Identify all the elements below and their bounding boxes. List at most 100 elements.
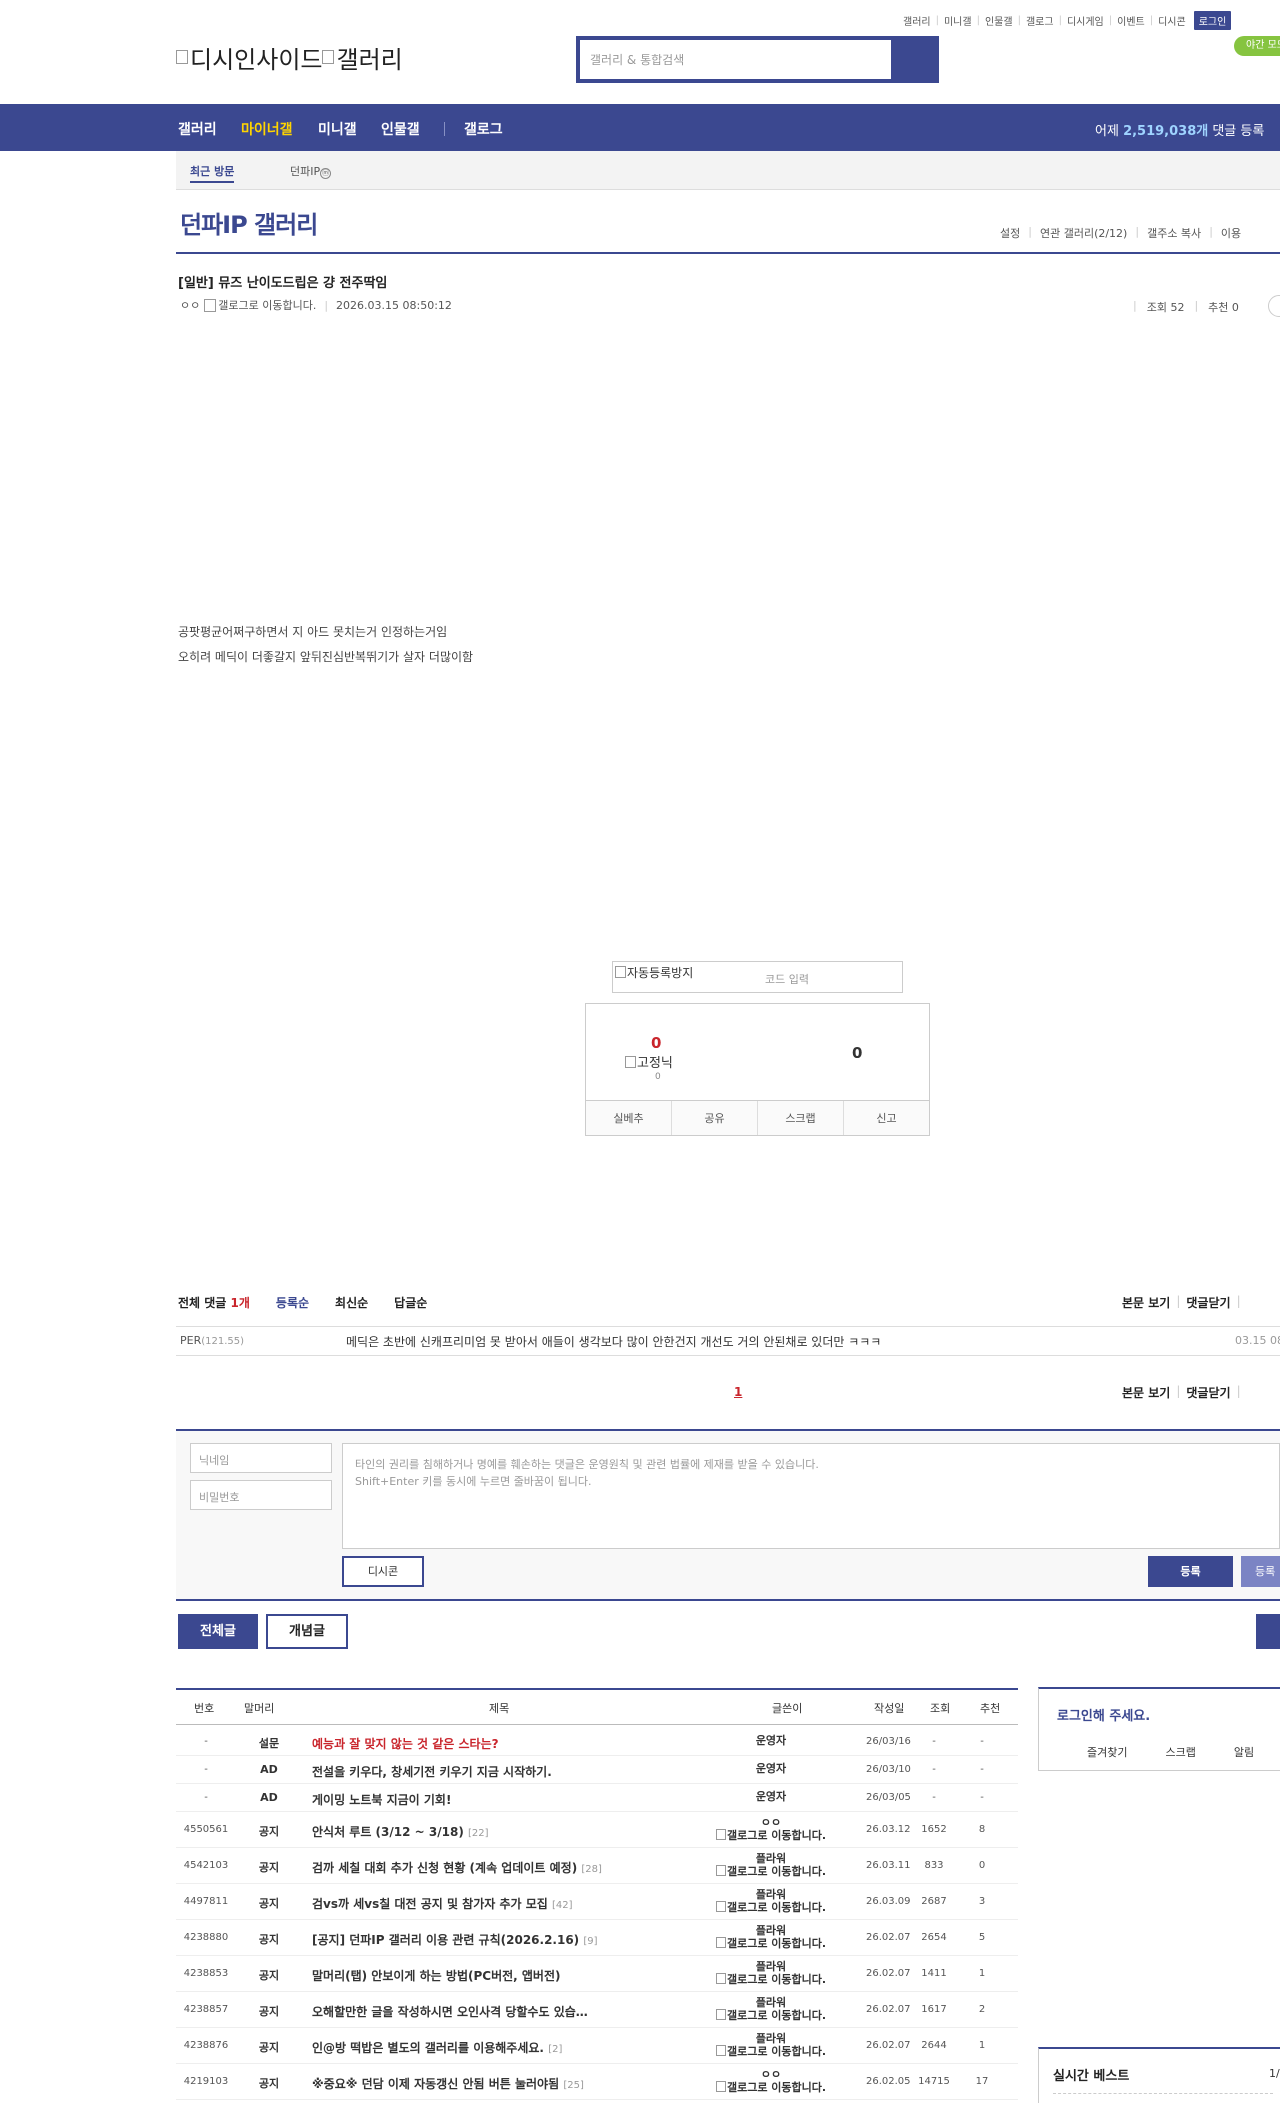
row-writer-gallog[interactable]: 갤로그로 이동합니다. [716, 1937, 826, 1950]
row-writer[interactable]: 운영자 [716, 1791, 826, 1803]
row-writer[interactable]: 플라워 갤로그로 이동합니다. [716, 1853, 826, 1878]
util-link-mini[interactable]: 미니갤 [944, 13, 972, 28]
all-posts-button[interactable]: 전체글 [178, 1614, 258, 1649]
table-row[interactable]: - AD 게이밍 노트북 지금이 기회! 운영자 26/03/05 - - [176, 1784, 1018, 1812]
row-title[interactable]: 게이밍 노트북 지금이 기회! [312, 1791, 451, 1808]
row-writer[interactable]: ㅇㅇ 갤로그로 이동합니다. [716, 2069, 826, 2094]
comment-textarea[interactable]: 타인의 권리를 침해하거나 명예를 훼손하는 댓글은 운영원칙 및 관련 법률에… [342, 1443, 1280, 1549]
row-comment-count[interactable]: [28] [581, 1864, 602, 1875]
sort-replies[interactable]: 답글순 [394, 1294, 427, 1311]
site-logo[interactable]: 디시인사이드 갤러리 [176, 40, 403, 75]
table-row[interactable]: 4542103 공지 검까 세칠 대회 추가 신청 현황 (계속 업데이트 예정) … [176, 1848, 1018, 1884]
close-comments-link[interactable]: 댓글닫기 [1186, 1294, 1230, 1311]
row-writer[interactable]: 플라워 갤로그로 이동합니다. [716, 1889, 826, 1914]
recommend-up-count[interactable]: 0 [651, 1034, 661, 1052]
row-title[interactable]: 말머리(탭) 안보이게 하는 방법(PC버전, 앱버전) [312, 1967, 561, 1984]
nav-gallog[interactable]: 갤로그 [464, 119, 503, 139]
row-comment-count[interactable]: [22] [468, 1828, 489, 1839]
concept-posts-button[interactable]: 개념글 [266, 1614, 348, 1649]
captcha-input[interactable]: 코드 입력 [765, 971, 809, 987]
usage-link[interactable]: 이용 [1221, 225, 1241, 241]
table-row[interactable]: - 설문 예능과 잘 맞지 않는 것 같은 스타는? 운영자 26/03/16 - - [176, 1728, 1018, 1756]
row-title[interactable]: 예능과 잘 맞지 않는 것 같은 스타는? [312, 1735, 499, 1752]
row-comment-count[interactable]: [25] [563, 2080, 584, 2091]
view-body-link[interactable]: 본문 보기 [1122, 1384, 1170, 1401]
row-writer-gallog[interactable]: 갤로그로 이동합니다. [716, 2081, 826, 2094]
table-row[interactable]: 4238880 공지 [공지] 던파IP 갤러리 이용 관련 규칙(2026.2.1… [176, 1920, 1018, 1956]
row-comment-count[interactable]: [42] [552, 1900, 573, 1911]
table-row[interactable]: 4219103 공지 ※중요※ 던담 이제 자동갱신 안됨 버튼 눌러야됨 [25]… [176, 2064, 1018, 2100]
share-button[interactable]: 공유 [671, 1101, 757, 1135]
sort-registered[interactable]: 등록순 [276, 1294, 309, 1311]
search-input[interactable] [580, 40, 891, 79]
util-link-dcgame[interactable]: 디시게임 [1067, 13, 1104, 28]
row-writer-gallog[interactable]: 갤로그로 이동합니다. [716, 1973, 826, 1986]
row-writer[interactable]: ㅇㅇ 갤로그로 이동합니다. [716, 1817, 826, 1842]
util-link-event[interactable]: 이벤트 [1117, 13, 1145, 28]
nav-minor-gallery[interactable]: 마이너갤 [241, 119, 293, 139]
row-writer[interactable]: 플라워 갤로그로 이동합니다. [716, 1925, 826, 1950]
row-title[interactable]: 검까 세칠 대회 추가 신청 현황 (계속 업데이트 예정) [28] [312, 1859, 602, 1876]
row-title[interactable]: 검vs까 세vs칠 대전 공지 및 참가자 추가 모집 [42] [312, 1895, 573, 1912]
side-login-title[interactable]: 로그인해 주세요. [1057, 1705, 1150, 1724]
notification-link[interactable]: 알림 [1234, 1744, 1254, 1760]
row-comment-count[interactable]: [9] [583, 1936, 597, 1947]
row-writer[interactable]: 플라워 갤로그로 이동합니다. [716, 2033, 826, 2058]
comment-jump-button[interactable] [1268, 295, 1280, 317]
row-title[interactable]: 안식처 루트 (3/12 ~ 3/18) [22] [312, 1823, 489, 1840]
nav-person-gallery[interactable]: 인물갤 [381, 119, 420, 139]
row-writer-gallog[interactable]: 갤로그로 이동합니다. [716, 2009, 826, 2022]
nav-gallery[interactable]: 갤러리 [178, 119, 217, 139]
row-title[interactable]: 인@방 떡밥은 별도의 갤러리를 이용해주세요. [2] [312, 2039, 562, 2056]
login-button[interactable]: 로그인 [1193, 11, 1232, 30]
row-writer-gallog[interactable]: 갤로그로 이동합니다. [716, 1865, 826, 1878]
nav-mini-gallery[interactable]: 미니갤 [318, 119, 357, 139]
row-writer-gallog[interactable]: 갤로그로 이동합니다. [716, 1829, 826, 1842]
row-title[interactable]: ※중요※ 던담 이제 자동갱신 안됨 버튼 눌러야됨 [25] [312, 2075, 584, 2092]
table-row[interactable]: 4238876 공지 인@방 떡밥은 별도의 갤러리를 이용해주세요. [2] 플라워… [176, 2028, 1018, 2064]
scrap-link[interactable]: 스크랩 [1165, 1744, 1195, 1760]
row-writer-gallog[interactable]: 갤로그로 이동합니다. [716, 2045, 826, 2058]
nickname-input[interactable]: 닉네임 [190, 1443, 332, 1473]
related-gallery-link[interactable]: 연관 갤러리(2/12) [1040, 225, 1127, 241]
report-button[interactable]: 신고 [843, 1101, 929, 1135]
row-title[interactable]: 전설을 키우다, 창세기전 키우기 지금 시작하기. [312, 1763, 552, 1780]
row-writer-gallog[interactable]: 갤로그로 이동합니다. [716, 1901, 826, 1914]
util-link-gallog[interactable]: 갤로그 [1026, 13, 1054, 28]
settings-link[interactable]: 설정 [1000, 225, 1020, 241]
real-best-button[interactable]: 실베추 [586, 1101, 671, 1135]
table-row[interactable]: 4238857 공지 오해할만한 글을 작성하시면 오인사격 당할수도 있습… 플라워… [176, 1992, 1018, 2028]
util-link-dccon[interactable]: 디시콘 [1158, 13, 1186, 28]
table-row[interactable]: 4497811 공지 검vs까 세vs칠 대전 공지 및 참가자 추가 모집 [42… [176, 1884, 1018, 1920]
close-comments-link[interactable]: 댓글닫기 [1186, 1384, 1230, 1401]
util-link-gallery[interactable]: 갤러리 [903, 13, 931, 28]
comment-submit-button[interactable]: 등록 [1148, 1556, 1233, 1587]
row-comment-count[interactable]: [2] [548, 2044, 562, 2055]
password-input[interactable]: 비밀번호 [190, 1480, 332, 1510]
sort-latest[interactable]: 최신순 [335, 1294, 368, 1311]
row-title[interactable]: [공지] 던파IP 갤러리 이용 관련 규칙(2026.2.16) [9] [312, 1931, 598, 1948]
view-body-link[interactable]: 본문 보기 [1122, 1294, 1170, 1311]
gallery-title[interactable]: 던파IP 갤러리 [180, 205, 318, 240]
util-link-person[interactable]: 인물갤 [985, 13, 1013, 28]
copy-address-link[interactable]: 갤주소 복사 [1147, 225, 1201, 241]
comment-submit-recommend-button[interactable]: 등록 [1241, 1556, 1280, 1587]
table-row[interactable]: - AD 전설을 키우다, 창세기전 키우기 지금 시작하기. 운영자 26/03/10… [176, 1756, 1018, 1784]
row-writer[interactable]: 플라워 갤로그로 이동합니다. [716, 1997, 826, 2022]
table-row[interactable]: 4238853 공지 말머리(탭) 안보이게 하는 방법(PC버전, 앱버전) 플라워… [176, 1956, 1018, 1992]
row-writer[interactable]: 플라워 갤로그로 이동합니다. [716, 1961, 826, 1986]
row-writer[interactable]: 운영자 [716, 1763, 826, 1775]
night-mode-toggle[interactable]: 야간 모드 [1234, 36, 1280, 56]
search-button[interactable] [891, 40, 935, 79]
comment-nick[interactable]: PER(121.55) [180, 1334, 244, 1347]
recommend-down-count[interactable]: 0 [852, 1044, 862, 1062]
fixed-nick-recommend[interactable]: 고정닉 [625, 1052, 673, 1071]
post-author[interactable]: ㅇㅇ [180, 297, 200, 313]
write-button[interactable] [1256, 1614, 1280, 1649]
recent-visit-item[interactable]: 던파IP ⓜ [290, 163, 332, 179]
gallog-link[interactable]: 갤로그로 이동합니다. [218, 297, 316, 313]
table-row[interactable]: 4550561 공지 안식처 루트 (3/12 ~ 3/18) [22] ㅇㅇ 갤로그로… [176, 1812, 1018, 1848]
dccon-button[interactable]: 디시콘 [342, 1556, 424, 1587]
row-title[interactable]: 오해할만한 글을 작성하시면 오인사격 당할수도 있습… [312, 2003, 588, 2020]
favorites-link[interactable]: 즐겨찾기 [1087, 1744, 1127, 1760]
